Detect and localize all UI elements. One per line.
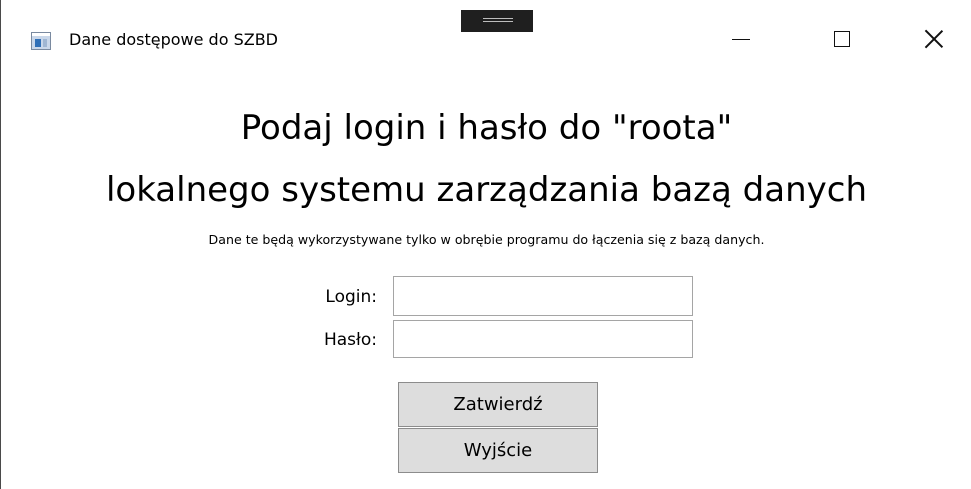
password-label: Hasło: (323, 330, 377, 350)
minimize-icon (732, 38, 750, 40)
info-subtitle: Dane te będą wykorzystywane tylko w obrę… (208, 232, 765, 247)
minimize-button[interactable] (718, 16, 764, 62)
login-label: Login: (325, 287, 377, 307)
close-button[interactable] (911, 16, 957, 62)
login-input[interactable] (393, 276, 693, 316)
maximize-icon (834, 31, 850, 47)
close-icon (924, 29, 944, 49)
exit-button[interactable]: Wyjście (398, 428, 598, 473)
password-input[interactable] (393, 320, 693, 358)
login-window: Dane dostępowe do SZBD Podaj login i has… (0, 0, 971, 489)
window-title: Dane dostępowe do SZBD (69, 30, 278, 49)
title-bar[interactable]: Dane dostępowe do SZBD (1, 0, 971, 72)
window-app-icon (31, 32, 51, 50)
heading-line-2: lokalnego systemu zarządzania bazą danyc… (105, 170, 868, 210)
heading-line-1: Podaj login i hasło do "roota" (240, 108, 733, 148)
submit-button[interactable]: Zatwierdź (398, 382, 598, 427)
drag-grip-handle[interactable] (461, 10, 533, 32)
maximize-button[interactable] (819, 16, 865, 62)
